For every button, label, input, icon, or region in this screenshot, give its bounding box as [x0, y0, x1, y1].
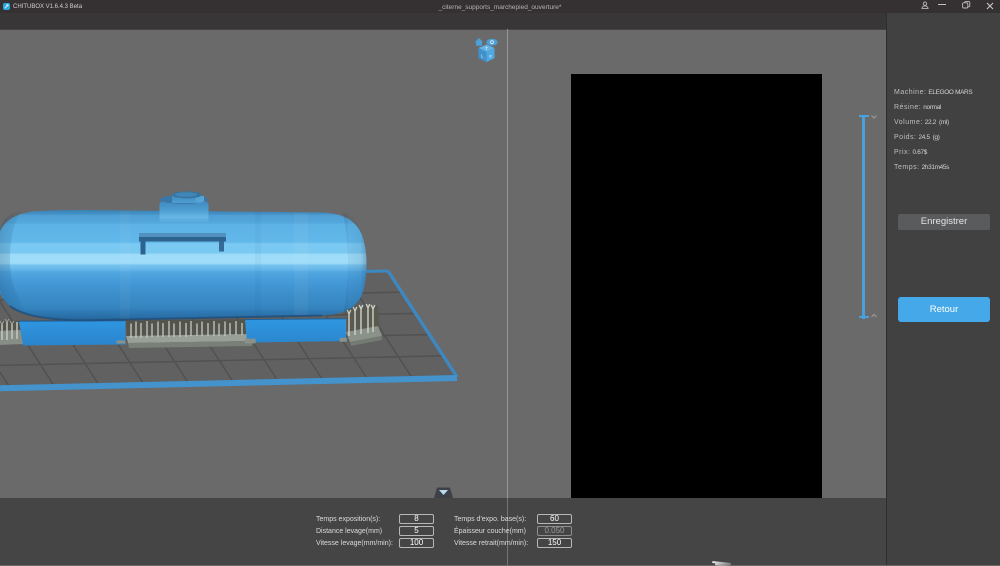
svg-text:T: T	[485, 46, 488, 51]
svg-text:F: F	[489, 54, 492, 59]
